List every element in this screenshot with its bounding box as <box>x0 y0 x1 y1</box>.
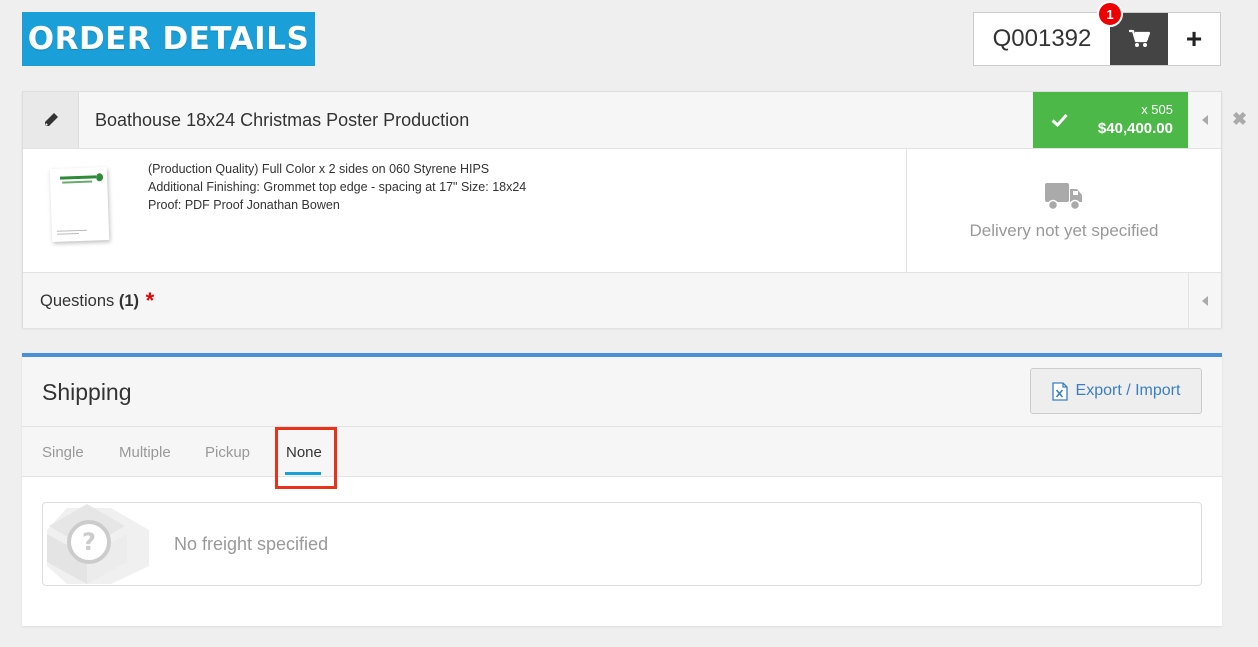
product-card: Boathouse 18x24 Christmas Poster Product… <box>22 91 1222 328</box>
question-box-icon: ? <box>47 504 152 584</box>
export-import-label: Export / Import <box>1075 382 1181 399</box>
caret-left-icon <box>1201 115 1208 125</box>
product-name: Boathouse 18x24 Christmas Poster Product… <box>95 109 470 130</box>
required-asterisk: * <box>145 287 155 313</box>
price-badge: x 505 $40,400.00 <box>1033 92 1188 148</box>
product-header: Boathouse 18x24 Christmas Poster Product… <box>23 92 1221 149</box>
truck-icon <box>1045 182 1082 210</box>
questions-count: (1) <box>118 291 140 310</box>
cart-button[interactable]: 1 <box>1097 1 1168 65</box>
tab-pickup[interactable]: Pickup <box>205 444 250 461</box>
product-description: (Production Quality) Full Color x 2 side… <box>148 149 906 272</box>
close-icon[interactable]: ✖ <box>1232 109 1247 130</box>
quote-number: Q001392 <box>974 13 1110 65</box>
tab-multiple[interactable]: Multiple <box>119 444 171 461</box>
delivery-status[interactable]: Delivery not yet specified <box>906 149 1221 272</box>
page-title: ORDER DETAILS <box>22 12 315 66</box>
freight-status: ? No freight specified <box>42 502 1202 586</box>
price-quantity: x 505 <box>1141 102 1173 117</box>
check-icon <box>1050 113 1068 127</box>
description-line: (Production Quality) Full Color x 2 side… <box>148 162 490 176</box>
shipping-header: Shipping Export / Import <box>22 357 1222 427</box>
quote-toolbar: Q001392 1 + <box>973 1 1221 66</box>
product-thumbnail[interactable] <box>49 167 110 242</box>
description-line: Additional Finishing: Grommet top edge -… <box>148 180 527 194</box>
freight-status-text: No freight specified <box>174 533 329 554</box>
shipping-title: Shipping <box>42 379 132 405</box>
add-button[interactable]: + <box>1168 13 1220 65</box>
pencil-icon <box>44 113 58 126</box>
edit-button[interactable] <box>23 92 79 148</box>
questions-label: Questions (1) * <box>23 288 1188 314</box>
description-line: Proof: PDF Proof Jonathan Bowen <box>148 198 340 212</box>
shipping-tabs: Single Multiple Pickup None <box>22 427 1222 489</box>
export-import-button[interactable]: Export / Import <box>1030 368 1202 414</box>
price-amount: $40,400.00 <box>1097 120 1173 137</box>
questions-label-text: Questions <box>40 291 119 310</box>
svg-text:?: ? <box>82 528 96 556</box>
tab-single[interactable]: Single <box>42 444 84 461</box>
excel-icon <box>1051 381 1068 401</box>
tab-none-highlight <box>275 427 337 489</box>
shipping-panel: Shipping Export / Import Single Multiple… <box>22 353 1222 626</box>
questions-expand-toggle[interactable] <box>1188 273 1221 328</box>
cart-icon <box>1129 29 1150 47</box>
questions-row[interactable]: Questions (1) * <box>23 273 1221 328</box>
caret-left-icon <box>1202 295 1208 306</box>
product-body: (Production Quality) Full Color x 2 side… <box>23 149 1221 273</box>
product-expand-toggle[interactable] <box>1188 92 1221 148</box>
delivery-status-text: Delivery not yet specified <box>969 220 1159 240</box>
cart-count-badge: 1 <box>1097 1 1123 27</box>
